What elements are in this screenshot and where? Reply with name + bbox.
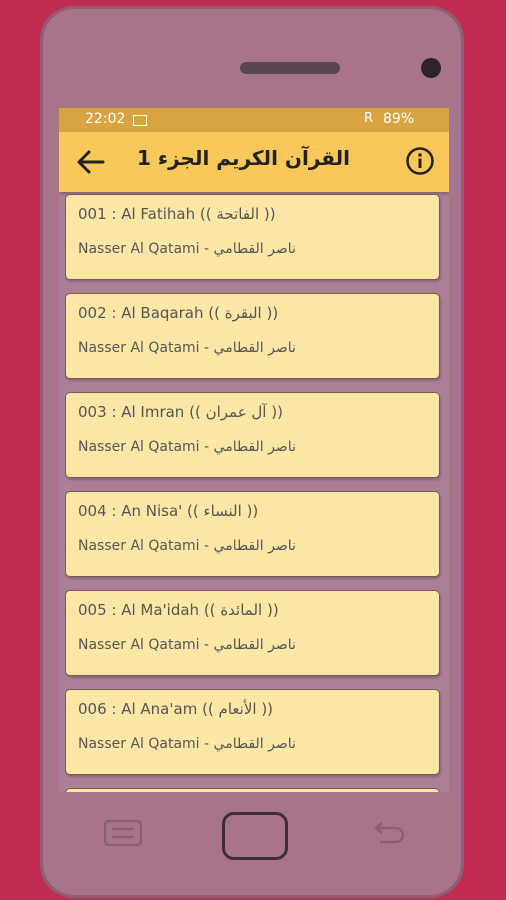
signal-icon: R bbox=[364, 111, 374, 126]
status-time: 22:02 bbox=[85, 111, 126, 127]
surah-title: 003 : Al Imran (( آل عمران )) bbox=[78, 403, 283, 421]
reciter-name: Nasser Al Qatami - ناصر القطامي bbox=[78, 439, 296, 455]
arrow-left-icon[interactable] bbox=[75, 146, 107, 178]
surah-title: 004 : An Nisa' (( النساء )) bbox=[78, 502, 259, 520]
reciter-name: Nasser Al Qatami - ناصر القطامي bbox=[78, 736, 296, 752]
front-camera bbox=[421, 58, 441, 78]
menu-icon[interactable] bbox=[104, 820, 142, 846]
page-title: القرآن الكريم الجزء 1 bbox=[137, 146, 351, 170]
surah-title: 005 : Al Ma'idah (( المائدة )) bbox=[78, 601, 279, 619]
list-item[interactable]: 006 : Al Ana'am (( الأنعام )) Nasser Al … bbox=[65, 689, 440, 775]
list-item[interactable]: 004 : An Nisa' (( النساء )) Nasser Al Qa… bbox=[65, 491, 440, 577]
info-icon[interactable] bbox=[405, 146, 435, 176]
return-icon[interactable] bbox=[370, 820, 406, 846]
surah-title: 002 : Al Baqarah (( البقرة )) bbox=[78, 304, 279, 322]
reciter-name: Nasser Al Qatami - ناصر القطامي bbox=[78, 637, 296, 653]
list-item[interactable]: 003 : Al Imran (( آل عمران )) Nasser Al … bbox=[65, 392, 440, 478]
home-button[interactable] bbox=[222, 812, 288, 860]
status-bar: 22:02 R 89% bbox=[59, 108, 449, 132]
image-notification-icon bbox=[133, 115, 147, 126]
app-screen: 22:02 R 89% القرآن الكريم الجزء 1 001 : … bbox=[59, 108, 449, 792]
reciter-name: Nasser Al Qatami - ناصر القطامي bbox=[78, 241, 296, 257]
battery-level: 89% bbox=[383, 111, 415, 127]
reciter-name: Nasser Al Qatami - ناصر القطامي bbox=[78, 538, 296, 554]
reciter-name: Nasser Al Qatami - ناصر القطامي bbox=[78, 340, 296, 356]
list-item[interactable]: 002 : Al Baqarah (( البقرة )) Nasser Al … bbox=[65, 293, 440, 379]
app-bar: القرآن الكريم الجزء 1 bbox=[59, 132, 449, 192]
list-item[interactable]: 005 : Al Ma'idah (( المائدة )) Nasser Al… bbox=[65, 590, 440, 676]
surah-title: 006 : Al Ana'am (( الأنعام )) bbox=[78, 700, 274, 718]
surah-title: 001 : Al Fatihah (( الفاتحة )) bbox=[78, 205, 276, 223]
speaker-grille bbox=[240, 62, 340, 74]
list-item[interactable]: 001 : Al Fatihah (( الفاتحة )) Nasser Al… bbox=[65, 194, 440, 280]
surah-list: 001 : Al Fatihah (( الفاتحة )) Nasser Al… bbox=[59, 192, 449, 792]
